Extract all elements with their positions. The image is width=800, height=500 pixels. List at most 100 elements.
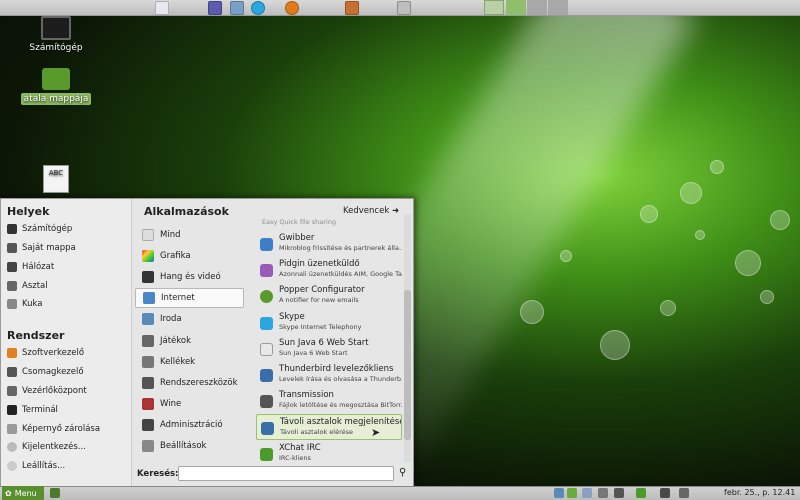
app-pidgin[interactable]: Pidgin üzenetküldő Azonnali üzenetküldés … (256, 257, 402, 283)
wine-icon (142, 398, 154, 410)
trash-icon[interactable] (397, 1, 411, 15)
category-games[interactable]: Játékok (135, 331, 244, 351)
text-document-icon: ABC (43, 165, 69, 193)
system-shutdown[interactable]: Leállítás... (7, 458, 65, 474)
pidgin-icon (260, 264, 273, 277)
pointer-icon[interactable] (208, 1, 222, 15)
home-folder-icon (42, 68, 70, 90)
system-lock-screen[interactable]: Képernyő zárolása (7, 421, 100, 437)
app-java-web-start[interactable]: Sun Java 6 Web Start Sun Java 6 Web Start (256, 336, 402, 362)
battery-icon[interactable] (636, 488, 646, 498)
terminal-icon (7, 405, 17, 415)
category-system-tools[interactable]: Rendszereszközök (135, 373, 244, 393)
system-title: Rendszer (7, 329, 65, 342)
trash-icon (7, 299, 17, 309)
gwibber-icon (260, 238, 273, 251)
category-accessories[interactable]: Kellékek (135, 352, 244, 372)
places-title: Helyek (7, 205, 50, 218)
desktop-icon (7, 281, 17, 291)
skype-icon[interactable] (251, 1, 265, 15)
system-software-manager[interactable]: Szoftverkezelő (7, 345, 84, 361)
notification-icon[interactable] (660, 488, 670, 498)
desktop-icon-document[interactable]: ABC (16, 165, 96, 196)
logout-icon (7, 442, 17, 452)
home-icon (7, 243, 17, 253)
transmission-icon (260, 395, 273, 408)
remote-desktop-icon (261, 422, 274, 435)
java-icon (260, 343, 273, 356)
place-network[interactable]: Hálózat (7, 259, 54, 275)
document-icon[interactable] (155, 1, 169, 15)
network-icon (7, 262, 17, 272)
control-center-icon (7, 386, 17, 396)
power-icon (7, 461, 17, 471)
category-wine[interactable]: Wine (135, 394, 244, 414)
mint-logo-icon: ✿ (5, 488, 12, 498)
system-control-center[interactable]: Vezérlőközpont (7, 383, 87, 399)
place-desktop[interactable]: Asztal (7, 278, 48, 294)
system-terminal[interactable]: Terminál (7, 402, 58, 418)
network-icon[interactable] (598, 488, 608, 498)
volume-icon[interactable] (679, 488, 689, 498)
app-transmission[interactable]: Transmission Fájlok letöltése és megosztá… (256, 388, 402, 414)
app-xchat[interactable]: XChat IRC IRC-kliens (256, 441, 402, 467)
category-sound-video[interactable]: Hang és videó (135, 267, 244, 287)
xchat-icon (260, 448, 273, 461)
bluetooth-icon[interactable] (614, 488, 624, 498)
internet-icon (143, 292, 155, 304)
app-popper[interactable]: Popper Configurator A notifier for new em… (256, 283, 402, 309)
system-tools-icon (142, 377, 154, 389)
app-skype[interactable]: Skype Skype Internet Telephony (256, 310, 402, 336)
system-package-manager[interactable]: Csomagkezelő (7, 364, 84, 380)
workspace-1[interactable] (506, 0, 526, 15)
category-graphics[interactable]: Grafika (135, 246, 244, 266)
place-home[interactable]: Saját mappa (7, 240, 76, 256)
app-remote-desktop-viewer[interactable]: Távoli asztalok megjelenítése Távoli aszt… (256, 414, 402, 440)
upload-icon[interactable] (345, 1, 359, 15)
place-computer[interactable]: Számítógép (7, 221, 72, 237)
clock[interactable]: febr. 25., p. 12.41 (724, 488, 795, 497)
computer-icon (7, 224, 17, 234)
category-administration[interactable]: Adminisztráció (135, 415, 244, 435)
app-gwibber[interactable]: Gwibber Mikroblog frissítése és partnerek… (256, 231, 402, 257)
media-icon[interactable] (285, 1, 299, 15)
category-office[interactable]: Iroda (135, 309, 244, 329)
mouse-cursor-icon: ➤ (371, 426, 381, 439)
search-icon[interactable]: ⚲ (399, 467, 406, 478)
app-thunderbird[interactable]: Thunderbird levelezőkliens Levelek írása … (256, 362, 402, 388)
favorites-button[interactable]: Kedvencek ➜ (343, 206, 399, 216)
top-panel (0, 0, 800, 16)
skype-icon (260, 317, 273, 330)
update-manager-icon[interactable] (567, 488, 577, 498)
system-logout[interactable]: Kijelentkezés... (7, 439, 86, 455)
lock-icon (7, 424, 17, 434)
office-icon (142, 313, 154, 325)
workspace-3[interactable] (548, 0, 568, 15)
sound-video-icon (142, 271, 154, 283)
tray-shield-icon[interactable] (554, 488, 564, 498)
menu-button[interactable]: ✿ Menu (2, 486, 44, 500)
category-all[interactable]: Mind (135, 225, 244, 245)
applications-title: Alkalmazások (144, 205, 229, 218)
accessories-icon (142, 356, 154, 368)
partial-app-desc: Easy Quick file sharing (262, 218, 337, 226)
place-trash[interactable]: Kuka (7, 296, 43, 312)
show-desktop-icon[interactable] (50, 488, 60, 498)
package-icon (7, 367, 17, 377)
category-settings[interactable]: Beállítások (135, 436, 244, 456)
search-input[interactable] (178, 466, 394, 481)
firefox-window-button[interactable] (484, 0, 504, 15)
tray-window-icon[interactable] (582, 488, 592, 498)
settings-icon (142, 440, 154, 452)
search-label: Keresés: (137, 469, 179, 479)
desktop-icon-home-folder[interactable]: atala mappája (16, 68, 96, 105)
graphics-icon (142, 250, 154, 262)
all-icon (142, 229, 154, 241)
desktop-icon-computer[interactable]: Számítógép (16, 16, 96, 53)
desktop-icon-label: Számítógép (29, 43, 83, 53)
workspace-2[interactable] (527, 0, 547, 15)
app-list-scrollbar-thumb[interactable] (404, 290, 411, 440)
category-internet[interactable]: Internet (135, 288, 244, 308)
network-icon[interactable] (230, 1, 244, 15)
popper-icon (260, 290, 273, 303)
